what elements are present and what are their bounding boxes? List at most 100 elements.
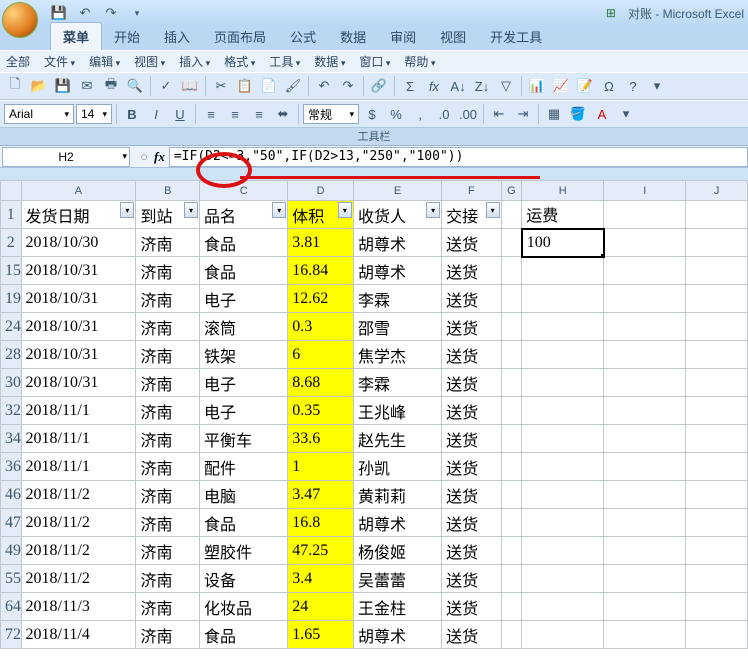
cell[interactable] (522, 285, 604, 313)
cell[interactable]: 铁架 (200, 341, 288, 369)
cell[interactable] (501, 565, 522, 593)
name-box[interactable]: H2 ▾ (2, 147, 130, 167)
menu-item-6[interactable]: 工具 (269, 53, 300, 70)
filter-icon[interactable]: ▾ (338, 202, 352, 218)
header-cell-product[interactable]: 品名▾ (200, 201, 288, 229)
cell[interactable] (501, 285, 522, 313)
cell[interactable]: 济南 (136, 509, 200, 537)
percent-icon[interactable]: % (385, 103, 407, 125)
font-color-icon[interactable]: A (591, 103, 613, 125)
cell[interactable]: 送货 (442, 229, 502, 257)
cell[interactable] (604, 285, 686, 313)
chart-icon[interactable]: 📊 (526, 75, 548, 97)
column-header-J[interactable]: J (686, 181, 748, 201)
menu-item-9[interactable]: 帮助 (404, 53, 435, 70)
column-header-H[interactable]: H (522, 181, 604, 201)
cell[interactable]: 滚筒 (200, 313, 288, 341)
cell[interactable]: 邵雪 (353, 313, 441, 341)
cell[interactable] (686, 481, 748, 509)
row-header[interactable]: 64 (1, 593, 22, 621)
cell[interactable]: 济南 (136, 481, 200, 509)
column-header-G[interactable]: G (501, 181, 522, 201)
filter-icon[interactable]: ▽ (495, 75, 517, 97)
cell[interactable] (604, 201, 686, 229)
link-icon[interactable]: 🔗 (368, 75, 390, 97)
cell[interactable]: 济南 (136, 537, 200, 565)
row-header[interactable]: 46 (1, 481, 22, 509)
font-size-combo[interactable]: 14▾ (76, 104, 112, 124)
format-painter-icon[interactable]: 🖌 (282, 75, 304, 97)
cell[interactable]: 送货 (442, 369, 502, 397)
redo-icon[interactable]: ↷ (100, 2, 122, 24)
currency-icon[interactable]: $ (361, 103, 383, 125)
cell[interactable] (501, 621, 522, 649)
row-header[interactable]: 24 (1, 313, 22, 341)
cell[interactable]: 3.4 (288, 565, 354, 593)
dec-decimal-icon[interactable]: .00 (457, 103, 479, 125)
cell[interactable]: 李霖 (353, 369, 441, 397)
copy-icon[interactable]: 📋 (234, 75, 256, 97)
ribbon-tab-5[interactable]: 数据 (328, 23, 378, 50)
cell[interactable]: 8.68 (288, 369, 354, 397)
cell[interactable] (501, 369, 522, 397)
cell[interactable]: 焦学杰 (353, 341, 441, 369)
cell[interactable] (522, 509, 604, 537)
cell[interactable] (501, 453, 522, 481)
cell[interactable] (501, 397, 522, 425)
header-cell-recipient[interactable]: 收货人▾ (353, 201, 441, 229)
cell[interactable]: 2018/10/31 (21, 369, 136, 397)
cell[interactable] (686, 369, 748, 397)
cell[interactable]: 胡尊术 (353, 257, 441, 285)
comma-icon[interactable]: , (409, 103, 431, 125)
cell[interactable]: 食品 (200, 509, 288, 537)
cell[interactable]: 王金柱 (353, 593, 441, 621)
sum-icon[interactable]: Σ (399, 75, 421, 97)
ribbon-tab-2[interactable]: 插入 (152, 23, 202, 50)
cell[interactable] (604, 593, 686, 621)
formula-input[interactable]: =IF(D2<=3,"50",IF(D2>13,"250","100")) (169, 147, 748, 167)
filter-icon[interactable]: ▾ (272, 202, 286, 218)
cell[interactable]: 电子 (200, 369, 288, 397)
cell[interactable] (604, 257, 686, 285)
cell[interactable] (501, 257, 522, 285)
cell[interactable]: 送货 (442, 313, 502, 341)
cell[interactable]: 24 (288, 593, 354, 621)
cell[interactable]: 2018/10/30 (21, 229, 136, 257)
cell[interactable] (686, 285, 748, 313)
cell[interactable] (522, 593, 604, 621)
research-icon[interactable]: 📖 (179, 75, 201, 97)
cell[interactable]: 济南 (136, 453, 200, 481)
cell[interactable] (686, 425, 748, 453)
row-header[interactable]: 1 (1, 201, 22, 229)
cell[interactable] (686, 257, 748, 285)
cell[interactable] (604, 509, 686, 537)
cell[interactable]: 0.35 (288, 397, 354, 425)
row-header[interactable]: 30 (1, 369, 22, 397)
merge-icon[interactable]: ⬌ (272, 103, 294, 125)
column-header-I[interactable]: I (604, 181, 686, 201)
symbol-icon[interactable]: Ω (598, 75, 620, 97)
cell[interactable]: 2018/11/2 (21, 537, 136, 565)
cell[interactable]: 济南 (136, 229, 200, 257)
cell[interactable]: 送货 (442, 565, 502, 593)
cell[interactable]: 济南 (136, 565, 200, 593)
fx-button[interactable]: fx (154, 149, 165, 165)
align-center-icon[interactable]: ≡ (224, 103, 246, 125)
cell[interactable]: 3.47 (288, 481, 354, 509)
menu-item-3[interactable]: 视图 (134, 53, 165, 70)
cell[interactable] (686, 341, 748, 369)
cell[interactable]: 电子 (200, 397, 288, 425)
cell[interactable] (501, 593, 522, 621)
cell[interactable] (604, 481, 686, 509)
cell[interactable] (522, 537, 604, 565)
cell[interactable] (501, 229, 522, 257)
menu-item-1[interactable]: 文件 (44, 53, 75, 70)
preview-icon[interactable]: 🔍 (124, 75, 146, 97)
filter-icon[interactable]: ▾ (184, 202, 198, 218)
ribbon-tab-0[interactable]: 菜单 (50, 22, 102, 50)
cell[interactable]: 33.6 (288, 425, 354, 453)
cut-icon[interactable]: ✂ (210, 75, 232, 97)
cell[interactable] (501, 201, 522, 229)
print-icon[interactable]: 🖶 (100, 75, 122, 97)
cell[interactable]: 送货 (442, 397, 502, 425)
